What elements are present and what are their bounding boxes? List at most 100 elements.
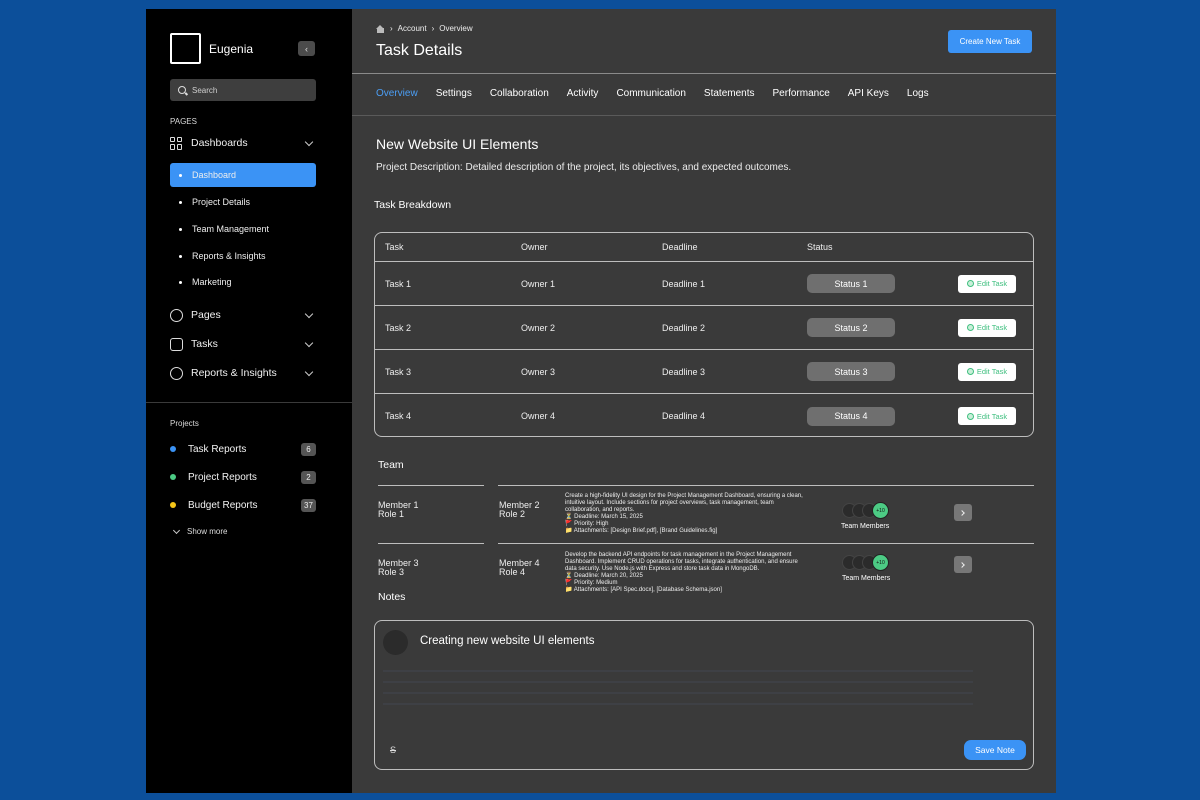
nav-group-pages[interactable]: Pages — [170, 306, 316, 324]
tab-communication[interactable]: Communication — [616, 88, 685, 99]
sidebar-item-label: Marketing — [192, 277, 232, 287]
edit-task-button[interactable]: Edit Task — [958, 407, 1016, 425]
nav-group-dashboards[interactable]: Dashboards — [170, 134, 316, 152]
edit-task-button[interactable]: Edit Task — [958, 274, 1016, 293]
notes-title: Notes — [378, 591, 406, 603]
bullet — [179, 200, 182, 204]
show-more-button[interactable]: Show more — [170, 526, 228, 536]
nav-group-reports-insights[interactable]: Reports & Insights — [170, 364, 316, 382]
project-item-budget-reports[interactable]: Budget Reports 37 — [170, 497, 316, 513]
note-body-textarea[interactable] — [383, 665, 973, 713]
sidebar-item-dashboard[interactable]: Dashboard — [170, 163, 316, 187]
home-icon[interactable] — [376, 24, 385, 33]
chevron-left-icon: ‹ — [305, 43, 308, 54]
task-description: Develop the backend API endpoints for ta… — [565, 552, 825, 594]
breadcrumb-account[interactable]: Account — [398, 24, 427, 33]
project-item-task-reports[interactable]: Task Reports 6 — [170, 441, 316, 457]
expand-button[interactable] — [954, 556, 972, 573]
sidebar-item-team-management[interactable]: Team Management — [170, 217, 316, 241]
grid-icon — [170, 136, 183, 150]
show-more-label: Show more — [187, 527, 228, 536]
sidebar: Eugenia ‹ Search PAGES Dashboards Dashbo… — [146, 9, 352, 793]
nav-group-label: Pages — [191, 309, 221, 321]
chevron-down-icon — [304, 367, 314, 376]
save-note-button[interactable]: Save Note — [964, 740, 1026, 760]
tab-bar: Overview Settings Collaboration Activity… — [376, 88, 947, 99]
sidebar-item-marketing[interactable]: Marketing — [170, 270, 316, 294]
breadcrumb-overview[interactable]: Overview — [439, 24, 472, 33]
tab-api-keys[interactable]: API Keys — [848, 88, 889, 99]
nav-group-tasks[interactable]: Tasks — [170, 335, 316, 353]
status-badge: Status 2 — [807, 318, 895, 337]
divider — [498, 485, 1034, 486]
collapse-sidebar-button[interactable]: ‹ — [298, 41, 315, 56]
tab-activity[interactable]: Activity — [567, 88, 599, 99]
edit-task-button[interactable]: Edit Task — [958, 362, 1016, 381]
edit-task-button[interactable]: Edit Task — [958, 318, 1016, 337]
column-header: Task — [385, 242, 404, 252]
sidebar-item-project-details[interactable]: Project Details — [170, 190, 316, 214]
status-badge: Status 3 — [807, 362, 895, 381]
status-badge: Status 1 — [807, 274, 895, 293]
expand-button[interactable] — [954, 504, 972, 521]
project-title: New Website UI Elements — [376, 136, 539, 152]
column-header: Deadline — [662, 242, 698, 252]
more-members-badge: +10 — [872, 502, 889, 519]
task-table: Task Owner Deadline Status Task 1 Owner … — [374, 232, 1034, 437]
search-placeholder: Search — [192, 85, 218, 95]
project-label: Task Reports — [188, 443, 247, 455]
member-role: Role 2 — [499, 509, 526, 519]
task-description: Create a high-fidelity UI design for the… — [565, 493, 825, 535]
search-input[interactable]: Search — [170, 79, 316, 101]
strikethrough-icon[interactable]: S — [390, 745, 396, 755]
chevron-right-icon — [959, 561, 965, 568]
count-badge: 2 — [301, 470, 316, 484]
sidebar-item-reports-insights[interactable]: Reports & Insights — [170, 244, 316, 268]
desc-line: ⏳ Deadline: March 15, 2025 — [565, 514, 643, 520]
tab-overview[interactable]: Overview — [376, 88, 418, 99]
main-content: › Account › Overview Task Details Create… — [352, 9, 1056, 793]
tab-collaboration[interactable]: Collaboration — [490, 88, 549, 99]
tab-logs[interactable]: Logs — [907, 88, 929, 99]
avatar-group[interactable]: +10 — [842, 554, 889, 571]
header-divider — [352, 73, 1056, 74]
page-title: Task Details — [376, 42, 463, 59]
chevron-right-icon: › — [390, 24, 393, 33]
desc-line: intuitive layout. Include sections for p… — [565, 500, 774, 506]
create-new-task-button[interactable]: Create New Task — [948, 30, 1032, 53]
sidebar-item-label: Reports & Insights — [192, 251, 266, 261]
desc-line: Create a high-fidelity UI design for the… — [565, 493, 803, 499]
breadcrumb: › Account › Overview — [376, 24, 473, 33]
notes-editor[interactable]: Creating new website UI elements S Save … — [374, 620, 1034, 770]
project-item-project-reports[interactable]: Project Reports 2 — [170, 469, 316, 485]
tab-statements[interactable]: Statements — [704, 88, 755, 99]
task-breakdown-title: Task Breakdown — [374, 199, 452, 211]
status-dot — [170, 474, 176, 480]
tabs-divider — [352, 115, 1056, 116]
table-row: Task 1 Owner 1 Deadline 1 Status 1 Edit … — [375, 262, 1033, 306]
edit-task-label: Edit Task — [976, 411, 1008, 421]
member-role: Role 1 — [378, 509, 405, 519]
chevron-down-icon — [304, 338, 314, 347]
tab-performance[interactable]: Performance — [773, 88, 830, 99]
column-header: Owner — [521, 242, 548, 252]
deadline-cell: Deadline 1 — [662, 278, 706, 289]
count-badge: 6 — [301, 442, 316, 456]
desc-line: Develop the backend API endpoints for ta… — [565, 552, 792, 558]
tab-settings[interactable]: Settings — [436, 88, 472, 99]
chevron-down-icon — [304, 137, 314, 146]
deadline-cell: Deadline 2 — [662, 322, 706, 333]
search-icon — [178, 86, 186, 94]
avatar — [383, 630, 408, 655]
status-dot — [170, 502, 176, 508]
note-title-input[interactable]: Creating new website UI elements — [420, 635, 595, 647]
column-header: Status — [807, 242, 833, 252]
chart-icon — [170, 337, 183, 351]
avatar-group[interactable]: +10 — [842, 502, 889, 519]
table-row: Task 4 Owner 4 Deadline 4 Status 4 Edit … — [375, 394, 1033, 436]
nav-group-label: Reports & Insights — [191, 367, 277, 379]
pages-section-label: PAGES — [170, 117, 197, 126]
task-cell: Task 3 — [385, 366, 412, 377]
nav-group-label: Dashboards — [191, 137, 248, 149]
task-cell: Task 2 — [385, 322, 412, 333]
